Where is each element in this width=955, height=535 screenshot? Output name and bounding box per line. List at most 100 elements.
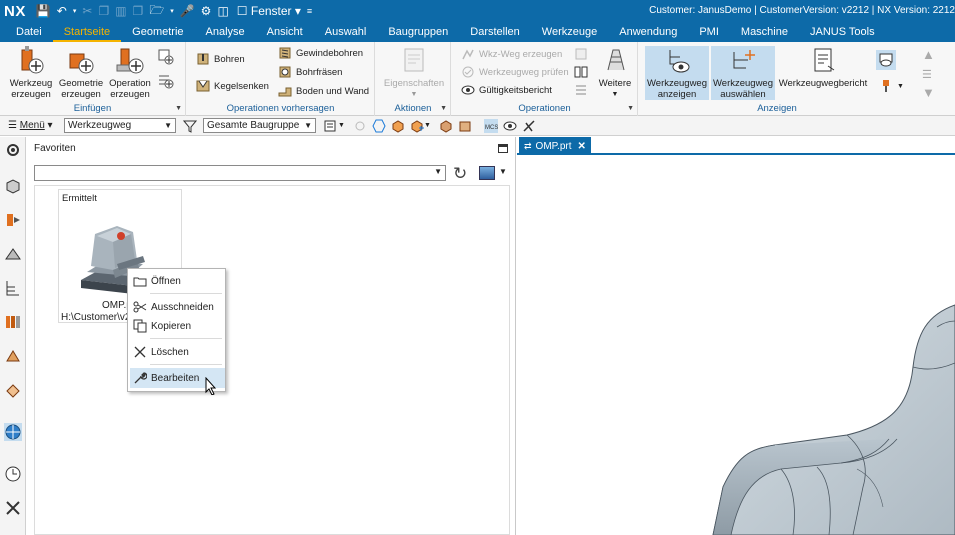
geometrie-erzeugen-label-2: erzeugen — [61, 89, 101, 100]
snap-point-icon — [353, 119, 367, 133]
process-tools-icon[interactable] — [4, 499, 22, 517]
tab-ansicht[interactable]: Ansicht — [256, 22, 314, 42]
gueltigkeitsbericht-button[interactable]: Gültigkeitsbericht — [461, 82, 552, 98]
web-browser-icon[interactable] — [4, 423, 22, 441]
menu-button[interactable]: ☰ Menü ▾ — [0, 120, 64, 131]
tab-janus-tools[interactable]: JANUS Tools — [799, 22, 886, 42]
favorites-search-select[interactable]: ▼ — [34, 165, 446, 181]
history-navigator-icon[interactable] — [4, 381, 22, 399]
list-button[interactable] — [574, 82, 588, 98]
tab-werkzeuge[interactable]: Werkzeuge — [531, 22, 608, 42]
feature-select-dropdown-icon[interactable]: ▼ — [424, 122, 431, 129]
eye-icon[interactable] — [503, 119, 517, 133]
selection-filter-icon[interactable] — [324, 119, 338, 133]
context-menu-kopieren[interactable]: Kopieren — [130, 316, 225, 336]
bohrfraesen-button[interactable]: Bohrfräsen — [278, 64, 342, 80]
context-menu-oeffnen[interactable]: Öffnen — [130, 271, 225, 291]
part-model — [712, 304, 955, 535]
assembly-navigator-icon[interactable] — [4, 279, 22, 297]
settings-gear-icon[interactable] — [4, 141, 22, 159]
assembly-icon[interactable] — [458, 119, 472, 133]
component-icon[interactable] — [439, 119, 453, 133]
kegelsenken-button[interactable]: Kegelsenken — [196, 78, 269, 94]
save-icon[interactable]: 💾 — [36, 4, 51, 18]
group-operationen-vorhersagen: Bohren Kegelsenken Gewindebohren Bohrfrä… — [187, 42, 375, 116]
operation-erzeugen-button[interactable]: Operation erzeugen — [106, 46, 154, 100]
microphone-icon[interactable]: 🎤 — [180, 4, 195, 18]
tab-geometrie[interactable]: Geometrie — [121, 22, 194, 42]
hexagon-icon[interactable] — [372, 119, 386, 133]
tab-anwendung[interactable]: Anwendung — [608, 22, 688, 42]
graphics-tab-bar: ⇄ OMP.prt ✕ — [517, 137, 955, 155]
open-dropdown-icon[interactable]: ▾ — [170, 7, 174, 15]
graphics-tab-omp[interactable]: ⇄ OMP.prt ✕ — [519, 137, 591, 155]
type-filter-select[interactable]: Werkzeugweg ▼ — [64, 118, 176, 133]
undo-dropdown-icon[interactable]: ▾ — [73, 7, 77, 15]
gueltigkeitsbericht-label: Gültigkeitsbericht — [479, 84, 552, 96]
solid-body-icon[interactable] — [391, 119, 405, 133]
machine-tool-navigator-icon[interactable] — [4, 245, 22, 263]
refresh-icon[interactable]: ↻ — [453, 164, 467, 184]
werkzeug-erzeugen-button[interactable]: Werkzeug erzeugen — [6, 46, 56, 100]
create-method-button[interactable] — [158, 48, 174, 65]
more-operations-icon — [600, 46, 630, 76]
customize-icon[interactable]: ≡ — [307, 6, 312, 16]
geometrie-erzeugen-button[interactable]: Geometrie erzeugen — [57, 46, 105, 100]
werkzeugwegbericht-button[interactable]: Werkzeugwegbericht — [777, 46, 869, 89]
floor-wall-icon — [278, 84, 292, 98]
part-navigator-icon[interactable] — [4, 177, 22, 195]
operation-navigator-icon[interactable] — [4, 211, 22, 229]
toolpath-filter-icon[interactable] — [522, 119, 536, 133]
display-options-button[interactable] — [876, 50, 896, 70]
view-mode-dropdown-icon[interactable]: ▼ — [499, 167, 507, 176]
werkzeugweg-anzeigen-button[interactable]: Werkzeugweg anzeigen — [645, 46, 709, 100]
close-tab-icon[interactable]: ✕ — [577, 141, 585, 152]
undo-icon[interactable]: ↶ — [57, 4, 67, 18]
mouse-cursor-icon — [205, 376, 217, 396]
group-more-icon-operationen[interactable]: ▼ — [627, 105, 634, 112]
tab-pmi[interactable]: PMI — [688, 22, 730, 42]
filter-icon[interactable] — [182, 119, 198, 133]
selection-filter-dropdown-icon[interactable]: ▼ — [338, 122, 345, 129]
gewindebohren-button[interactable]: Gewindebohren — [278, 45, 363, 61]
create-program-button[interactable] — [158, 72, 174, 89]
boden-und-wand-button[interactable]: Boden und Wand — [278, 83, 369, 99]
scissors-icon — [133, 300, 147, 314]
weitere-button[interactable]: Weitere ▼ — [594, 46, 636, 100]
tool-library-icon[interactable] — [4, 313, 22, 331]
werkzeugweg-auswaehlen-button[interactable]: Werkzeugweg auswählen — [711, 46, 775, 100]
group-more-icon[interactable]: ▼ — [175, 105, 182, 112]
shop-docs-button[interactable] — [574, 64, 588, 80]
tab-darstellen[interactable]: Darstellen — [459, 22, 531, 42]
tab-auswahl[interactable]: Auswahl — [314, 22, 378, 42]
countersink-icon — [196, 79, 210, 93]
tab-baugruppen[interactable]: Baugruppen — [377, 22, 459, 42]
history-clock-icon[interactable] — [4, 465, 22, 483]
tab-analyse[interactable]: Analyse — [195, 22, 256, 42]
view-mode-icon[interactable] — [479, 166, 495, 180]
group-label-einfuegen: Einfügen — [73, 103, 112, 114]
tab-datei[interactable]: Datei — [0, 22, 53, 42]
mcs-icon[interactable]: MCS — [483, 118, 498, 133]
eigenschaften-label: Eigenschaften — [383, 78, 445, 89]
feature-select-icon[interactable] — [410, 119, 424, 133]
tab-startseite[interactable]: Startseite — [52, 22, 122, 42]
group-more-icon-aktionen[interactable]: ▼ — [440, 105, 447, 112]
scope-select[interactable]: Gesamte Baugruppe ▼ — [203, 118, 316, 133]
command-finder-icon[interactable]: ⚙ — [201, 4, 212, 18]
graphics-viewport[interactable] — [517, 157, 955, 535]
ribbon-scroll-down[interactable]: ▼ — [922, 84, 935, 100]
tab-maschine[interactable]: Maschine — [730, 22, 799, 42]
maximize-panel-icon[interactable] — [498, 144, 508, 153]
fenster-menu[interactable]: ☐ Fenster ▾ — [237, 4, 301, 18]
window-switch-icon[interactable]: ◫ — [217, 4, 228, 18]
ribbon-scroll-up[interactable]: ▲ — [922, 46, 935, 62]
bohren-button[interactable]: Bohren — [196, 51, 245, 67]
svg-text:MCS: MCS — [485, 125, 498, 131]
context-menu-loeschen[interactable]: Löschen — [130, 342, 225, 362]
context-menu-ausschneiden[interactable]: Ausschneiden — [130, 297, 225, 317]
chevron-down-icon: ▼ — [164, 121, 172, 130]
feature-navigator-icon[interactable] — [4, 347, 22, 365]
tool-display-button[interactable]: ▼ — [879, 78, 904, 94]
open-folder-icon[interactable]: 🗁 — [149, 1, 164, 22]
